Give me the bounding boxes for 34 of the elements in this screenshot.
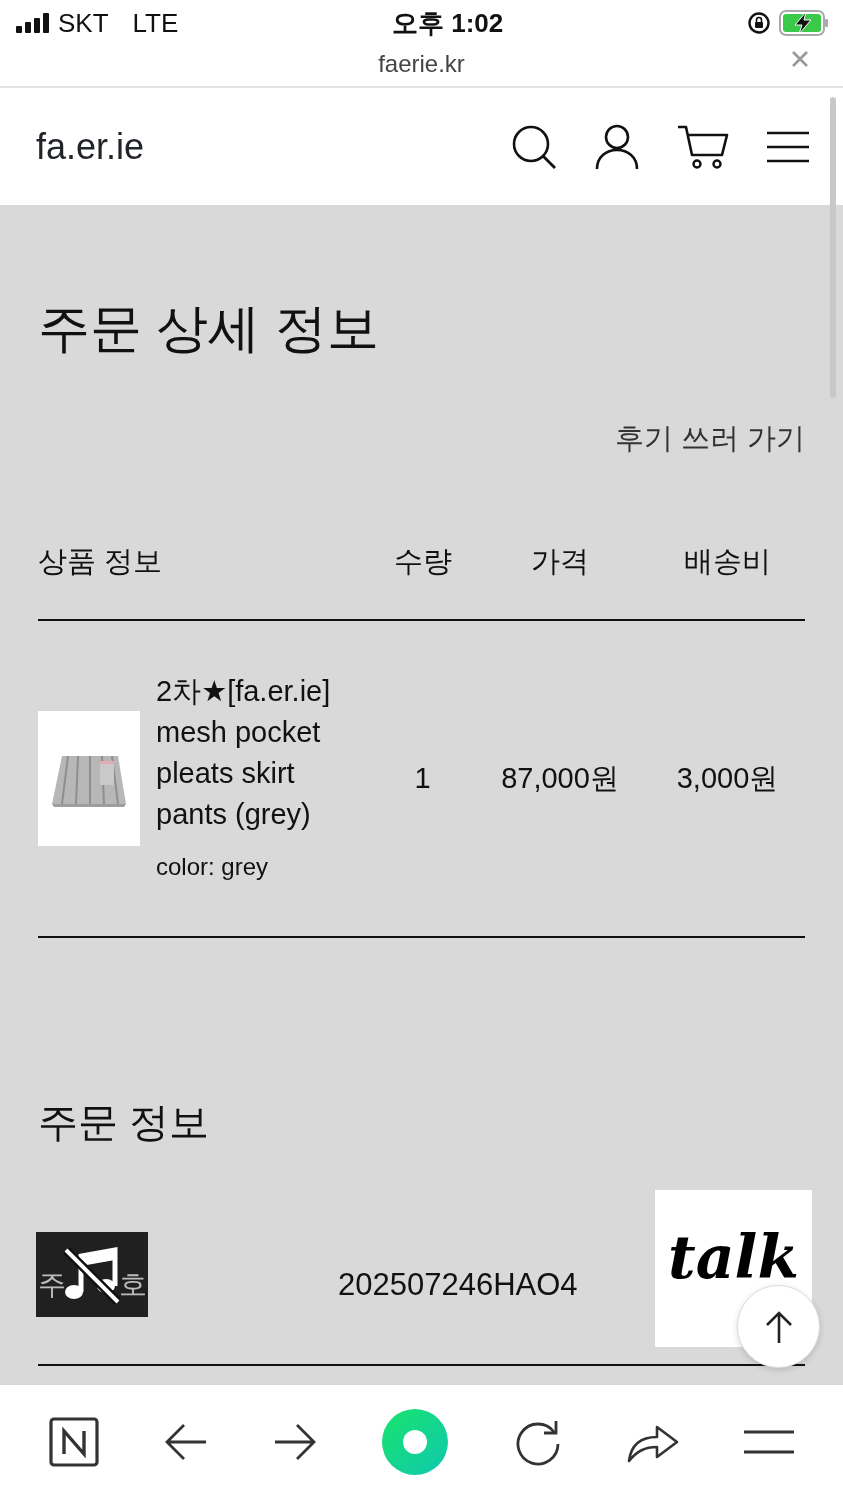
field-label: 호	[119, 1267, 148, 1302]
menu-icon[interactable]	[744, 1428, 795, 1455]
back-icon[interactable]	[163, 1422, 208, 1461]
column-header: 상품 정보	[38, 544, 164, 580]
user-icon[interactable]	[595, 123, 639, 170]
status-time: 오후 1:02	[392, 6, 504, 40]
forward-icon[interactable]	[273, 1422, 318, 1461]
network-type: LTE	[132, 6, 179, 40]
url-text: faerie.kr	[378, 49, 465, 79]
field-label: 주	[38, 1267, 66, 1302]
site-logo[interactable]: fa.er.ie	[36, 119, 145, 174]
rotation-lock-icon	[747, 11, 771, 35]
battery-charging-icon	[779, 10, 829, 36]
menu-icon[interactable]	[767, 130, 809, 163]
signal-icon	[16, 13, 50, 33]
order-number: 202507246HAO4	[338, 1265, 578, 1304]
section-title: 주문 정보	[38, 1098, 211, 1146]
column-header: 수량	[392, 544, 453, 580]
cart-icon[interactable]	[677, 123, 729, 170]
column-header: 배송비	[683, 544, 772, 580]
carrier-name: SKT	[58, 6, 109, 40]
review-link[interactable]: 후기 쓰러 가기	[614, 417, 805, 461]
page-title: 주문 상세 정보	[38, 298, 380, 359]
product-name[interactable]: 2차★[fa.er.ie] mesh pocket pleats skirt pants (grey)	[156, 671, 351, 836]
column-header: 가격	[530, 544, 590, 580]
close-icon[interactable]	[791, 50, 809, 68]
search-icon[interactable]	[511, 123, 557, 170]
shipping-value: 3,000원	[675, 760, 780, 796]
scrollbar[interactable]	[830, 97, 836, 398]
product-option: color: grey	[156, 849, 351, 886]
n-box-icon[interactable]	[48, 1416, 99, 1467]
quantity-value: 1	[413, 760, 432, 796]
price-value: 87,000원	[500, 760, 620, 796]
mute-overlay[interactable]	[36, 1231, 148, 1317]
